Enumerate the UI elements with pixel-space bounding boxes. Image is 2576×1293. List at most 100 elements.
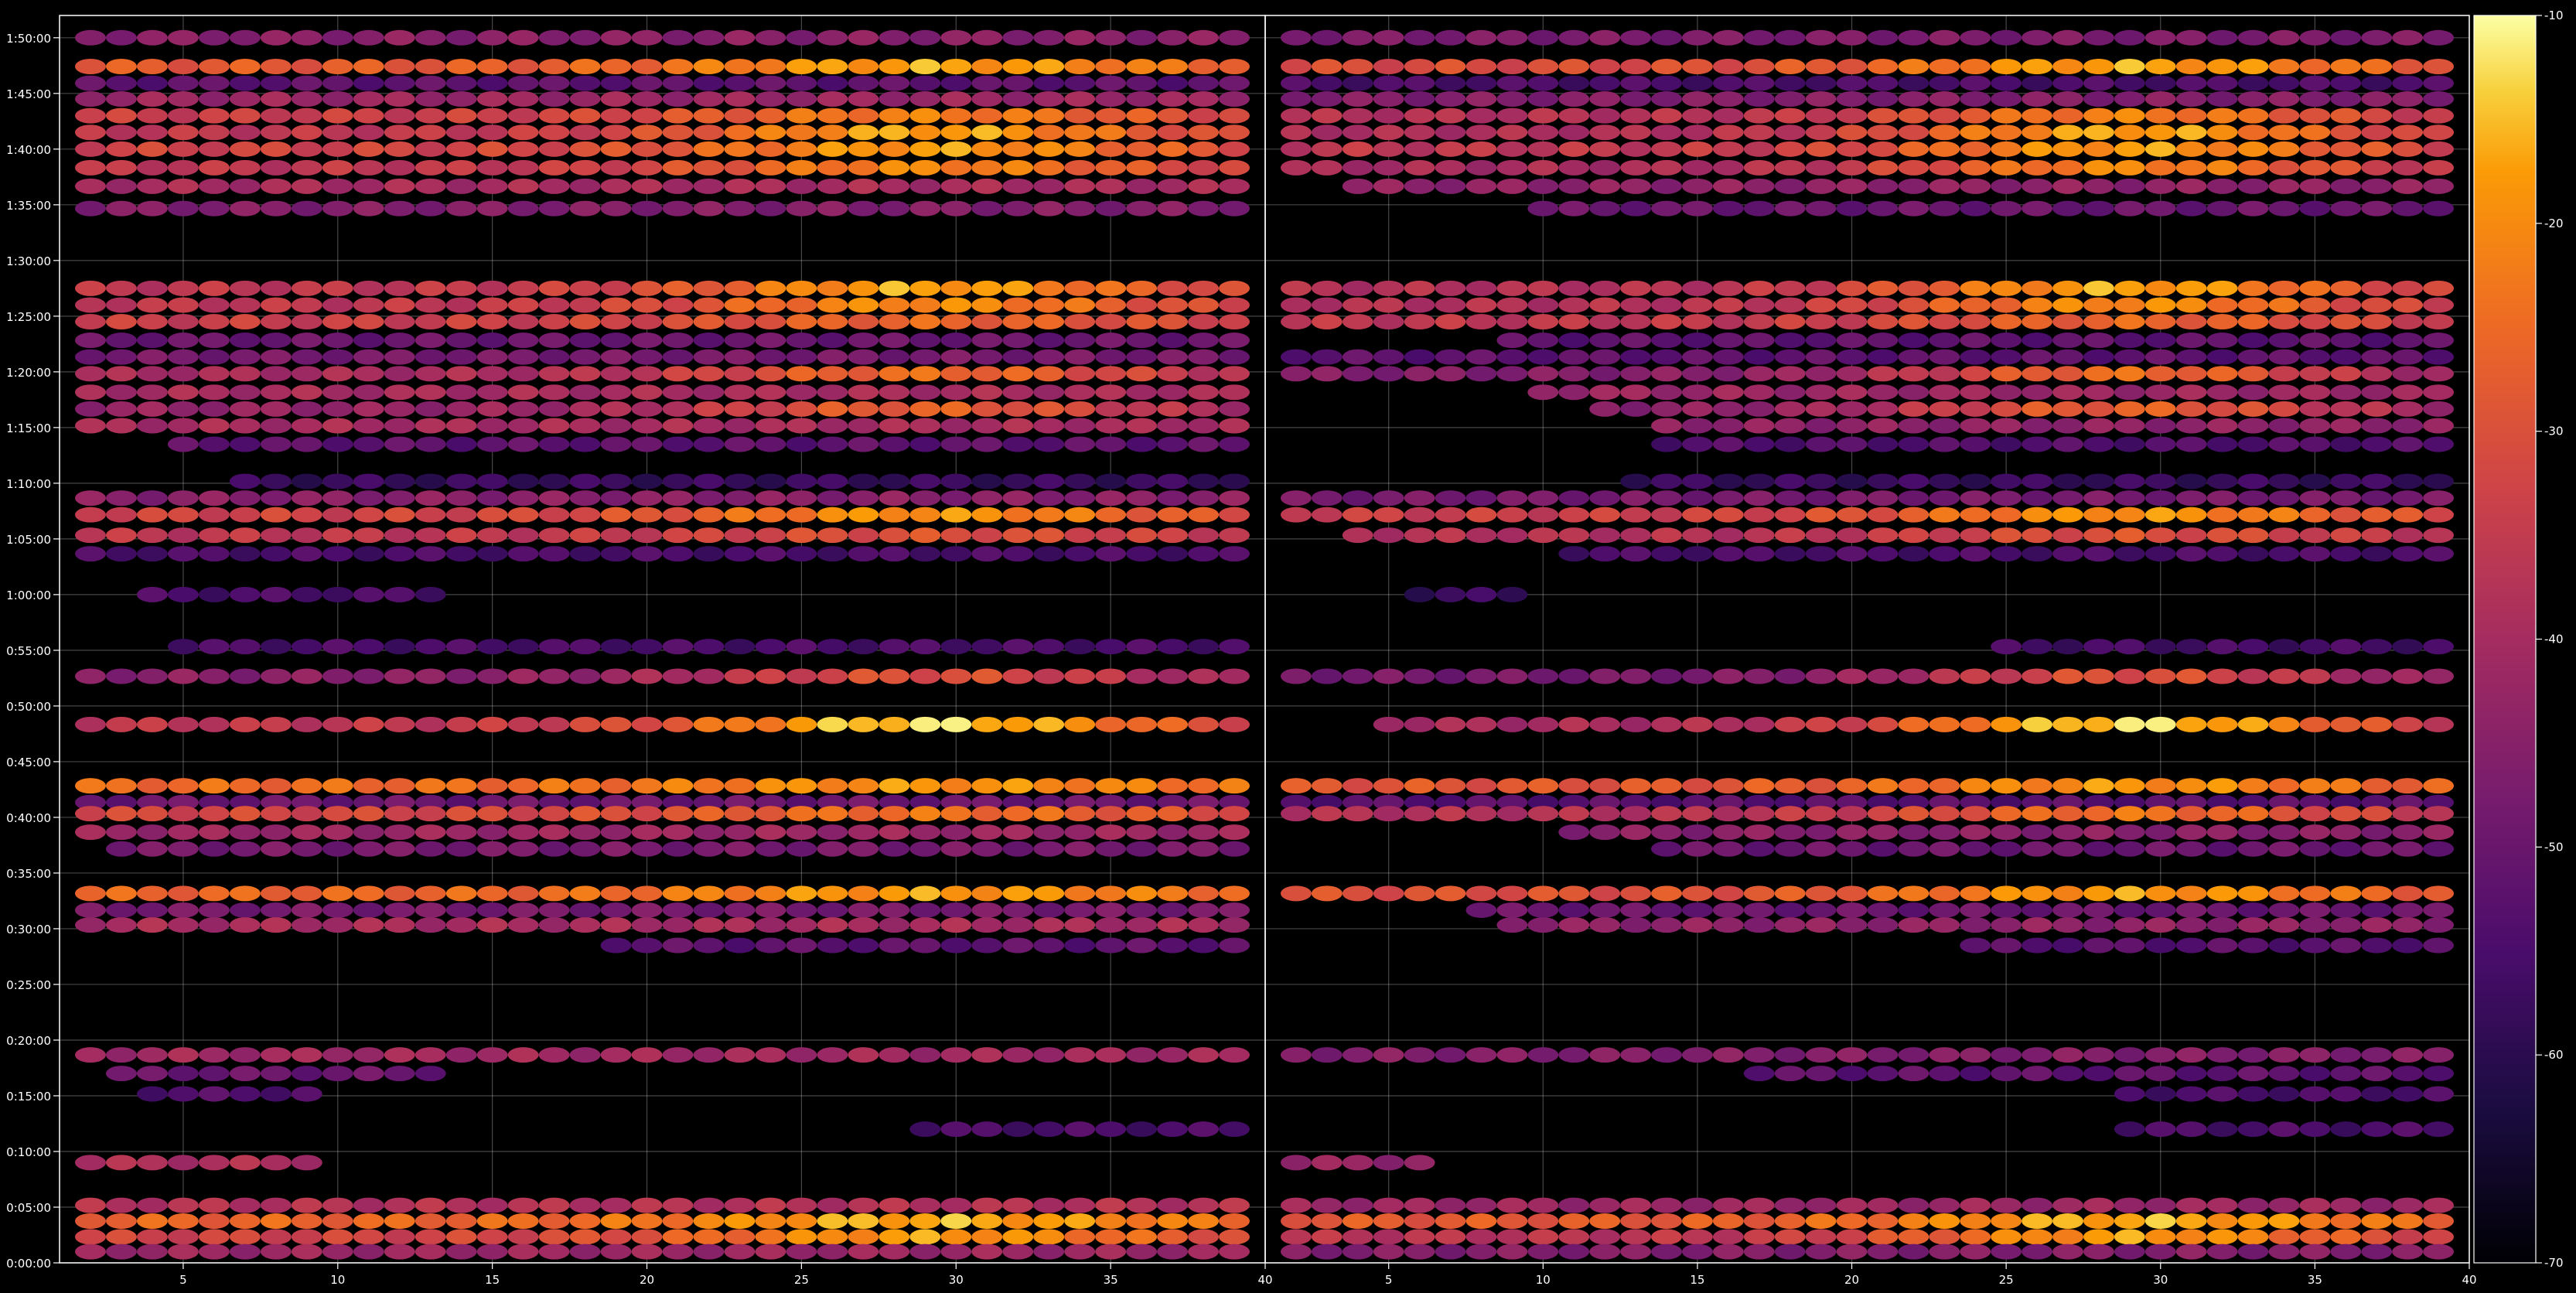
heatmap-cell [971, 178, 1003, 194]
heatmap-cell [2268, 1047, 2300, 1063]
heatmap-cell [569, 91, 601, 107]
heatmap-cell [817, 917, 848, 933]
heatmap-cell [1712, 778, 1744, 794]
heatmap-cell [538, 436, 570, 452]
x-tick-label: 30 [949, 1273, 964, 1287]
heatmap-cell [1280, 91, 1312, 107]
heatmap-cell [786, 366, 817, 382]
heatmap-cell [1929, 159, 1960, 176]
heatmap-cell [1589, 200, 1621, 217]
heatmap-cell [105, 401, 137, 417]
heatmap-cell [1188, 159, 1220, 176]
heatmap-cell [1126, 91, 1158, 107]
heatmap-cell [229, 75, 261, 91]
heatmap-cell [1929, 1244, 1960, 1260]
heatmap-cell [1219, 107, 1250, 124]
heatmap-cell [1002, 280, 1034, 296]
heatmap-cell [940, 1213, 972, 1229]
heatmap-cell [322, 1197, 353, 1213]
heatmap-cell [384, 1197, 415, 1213]
heatmap-cell [817, 546, 848, 562]
heatmap-cell [229, 778, 261, 794]
heatmap-cell [2022, 59, 2053, 75]
heatmap-cell [2175, 1197, 2207, 1213]
heatmap-cell [693, 29, 725, 46]
heatmap-cell [662, 75, 694, 91]
heatmap-cell [74, 546, 106, 562]
heatmap-cell [2268, 125, 2300, 141]
heatmap-cell [1743, 546, 1775, 562]
heatmap-cell [1496, 314, 1528, 330]
heatmap-cell [1033, 841, 1065, 857]
heatmap-cell [2237, 280, 2269, 296]
heatmap-cell [817, 91, 848, 107]
heatmap-cell [415, 639, 446, 655]
heatmap-cell [848, 1229, 879, 1245]
heatmap-cell [662, 91, 694, 107]
heatmap-cell [2423, 297, 2455, 313]
heatmap-cell [2175, 75, 2207, 91]
heatmap-cell [2114, 1213, 2145, 1229]
heatmap-cell [1311, 806, 1343, 822]
heatmap-cell [2144, 91, 2176, 107]
heatmap-cell [167, 314, 199, 330]
heatmap-cell [817, 159, 848, 176]
heatmap-cell [538, 297, 570, 313]
heatmap-cell [353, 546, 384, 562]
heatmap-cell [198, 917, 230, 933]
heatmap-cell [136, 178, 168, 194]
heatmap-cell [1867, 490, 1899, 507]
heatmap-cell [1033, 384, 1065, 401]
heatmap-cell [940, 29, 972, 46]
heatmap-cell [353, 297, 384, 313]
heatmap-cell [1527, 59, 1559, 75]
heatmap-cell [1311, 885, 1343, 902]
heatmap-cell [476, 716, 508, 732]
heatmap-cell [2423, 314, 2455, 330]
heatmap-cell [198, 716, 230, 732]
heatmap-cell [2330, 159, 2362, 176]
heatmap-cell [1157, 418, 1189, 434]
heatmap-cell [786, 841, 817, 857]
heatmap-cell [1033, 902, 1065, 918]
heatmap-cell [2175, 806, 2207, 822]
heatmap-cell [445, 178, 477, 194]
heatmap-cell [1681, 314, 1713, 330]
heatmap-cell [1681, 885, 1713, 902]
heatmap-cell [971, 885, 1003, 902]
heatmap-cell [1527, 75, 1559, 91]
heatmap-cell [1496, 107, 1528, 124]
heatmap-cell [1836, 200, 1868, 217]
heatmap-cell [2361, 1047, 2393, 1063]
heatmap-cell [476, 1244, 508, 1260]
heatmap-cell [415, 75, 446, 91]
heatmap-cell [1620, 384, 1652, 401]
heatmap-cell [879, 546, 910, 562]
heatmap-cell [2083, 401, 2114, 417]
heatmap-cell [1465, 586, 1497, 602]
heatmap-cell [538, 507, 570, 523]
heatmap-cell [1991, 473, 2022, 490]
heatmap-cell [1342, 314, 1373, 330]
heatmap-cell [1095, 91, 1127, 107]
heatmap-cell [538, 91, 570, 107]
heatmap-cell [507, 527, 539, 544]
heatmap-cell [2237, 806, 2269, 822]
heatmap-cell [786, 490, 817, 507]
heatmap-cell [2423, 29, 2455, 46]
heatmap-cell [1095, 384, 1127, 401]
heatmap-cell [724, 141, 756, 157]
heatmap-cell [2022, 902, 2053, 918]
heatmap-cell [693, 507, 725, 523]
heatmap-cell [1681, 141, 1713, 157]
heatmap-cell [229, 841, 261, 857]
heatmap-cell [2083, 107, 2114, 124]
heatmap-cell [724, 418, 756, 434]
heatmap-cell [1033, 436, 1065, 452]
heatmap-cell [1991, 159, 2022, 176]
heatmap-cell [1095, 436, 1127, 452]
heatmap-cell [2144, 527, 2176, 544]
heatmap-cell [198, 384, 230, 401]
heatmap-cell [817, 349, 848, 365]
heatmap-cell [1558, 141, 1590, 157]
